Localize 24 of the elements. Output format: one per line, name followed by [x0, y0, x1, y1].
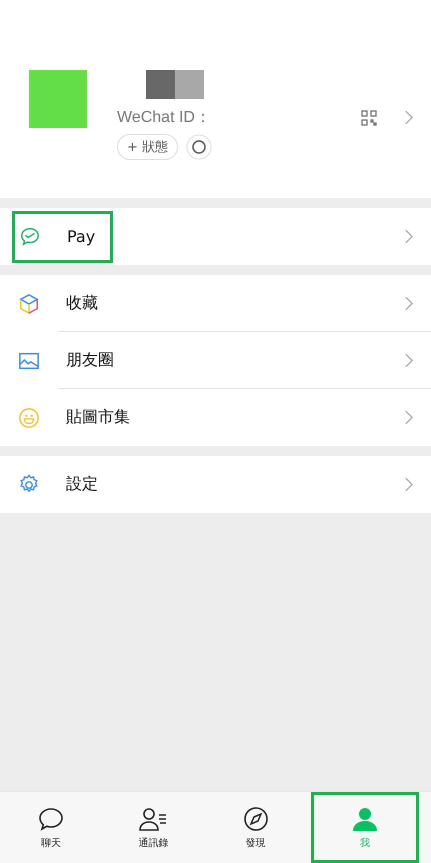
- person-icon: [352, 806, 378, 832]
- menu-item[interactable]: 貼圖市集: [0, 392, 404, 444]
- menu-item[interactable]: 收藏: [0, 278, 404, 330]
- add-status-button[interactable]: + 狀態: [117, 134, 178, 160]
- compass-icon: [242, 806, 269, 832]
- tab[interactable]: 發現: [204, 792, 307, 863]
- menu-item[interactable]: Pay: [12, 210, 113, 262]
- chat-check-icon: [19, 226, 41, 248]
- chevron-icon: [404, 296, 413, 311]
- speech-bubble-icon: [38, 806, 64, 832]
- chevron-icon: [404, 477, 413, 492]
- tab[interactable]: 聊天: [0, 792, 102, 863]
- chevron-icon: [404, 353, 413, 368]
- tab[interactable]: 通訊錄: [102, 792, 204, 863]
- redacted-name: [146, 70, 204, 99]
- qr-code-icon[interactable]: [361, 110, 377, 126]
- wechat-id-label: WeChat ID：: [117, 108, 212, 128]
- circle-button-icon[interactable]: [186, 134, 212, 160]
- chevron-icon: [404, 410, 413, 425]
- menu-item[interactable]: 朋友圈: [0, 334, 404, 386]
- person-list-icon: [138, 806, 168, 832]
- chevron-icon: [404, 229, 413, 244]
- cube-icon: [18, 292, 40, 314]
- smiley-icon: [18, 406, 40, 428]
